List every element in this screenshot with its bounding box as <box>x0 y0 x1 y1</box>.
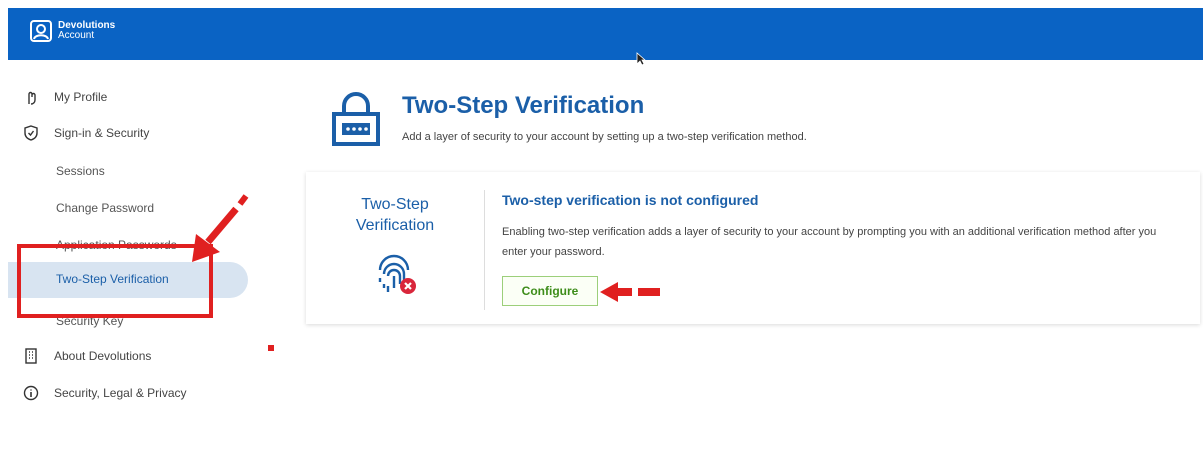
annotation-arrow-left-icon <box>600 282 660 302</box>
sidebar-item-change-password[interactable]: Change Password <box>56 197 154 219</box>
top-bar: Devolutions Account <box>8 8 1203 66</box>
shield-icon <box>22 124 40 142</box>
page-title: Two-Step Verification <box>402 92 645 119</box>
card-text: Enabling two-step verification adds a la… <box>502 226 1157 258</box>
card-divider <box>484 190 485 310</box>
card-left-panel: Two-Step Verification <box>306 172 484 324</box>
sidebar-item-sign-in-security[interactable]: Sign-in & Security <box>8 120 149 146</box>
card-left-title: Two-Step Verification <box>306 194 484 236</box>
mouse-cursor-icon <box>636 52 646 66</box>
lock-password-icon <box>332 92 380 146</box>
brand-logo[interactable]: Devolutions Account <box>30 20 115 42</box>
hand-icon <box>22 88 40 106</box>
sidebar-item-label: About Devolutions <box>54 349 152 363</box>
sidebar-item-my-profile[interactable]: My Profile <box>8 84 107 110</box>
annotation-dot <box>268 345 274 351</box>
brand-sub: Account <box>58 30 95 41</box>
page-description: Add a layer of security to your account … <box>402 131 807 143</box>
two-step-card: Two-Step Verification Two-step verificat… <box>306 172 1200 324</box>
configure-button[interactable]: Configure <box>502 276 598 306</box>
sidebar-item-label: My Profile <box>54 90 108 104</box>
annotation-arrow-icon <box>192 194 249 262</box>
building-icon <box>22 347 40 365</box>
sidebar-item-label: Security, Legal & Privacy <box>54 386 187 400</box>
fingerprint-icon <box>378 254 416 294</box>
sidebar-item-label: Sign-in & Security <box>54 126 150 140</box>
account-icon <box>30 20 52 42</box>
card-heading: Two-step verification is not configured <box>502 192 759 208</box>
sidebar-item-about-devolutions[interactable]: About Devolutions <box>8 343 151 369</box>
card-left-title-line1: Two-Step <box>361 196 429 213</box>
sidebar-item-sessions[interactable]: Sessions <box>56 160 105 182</box>
card-left-title-line2: Verification <box>355 217 435 234</box>
info-icon <box>22 384 40 402</box>
sidebar-item-security-legal-privacy[interactable]: Security, Legal & Privacy <box>8 380 187 406</box>
